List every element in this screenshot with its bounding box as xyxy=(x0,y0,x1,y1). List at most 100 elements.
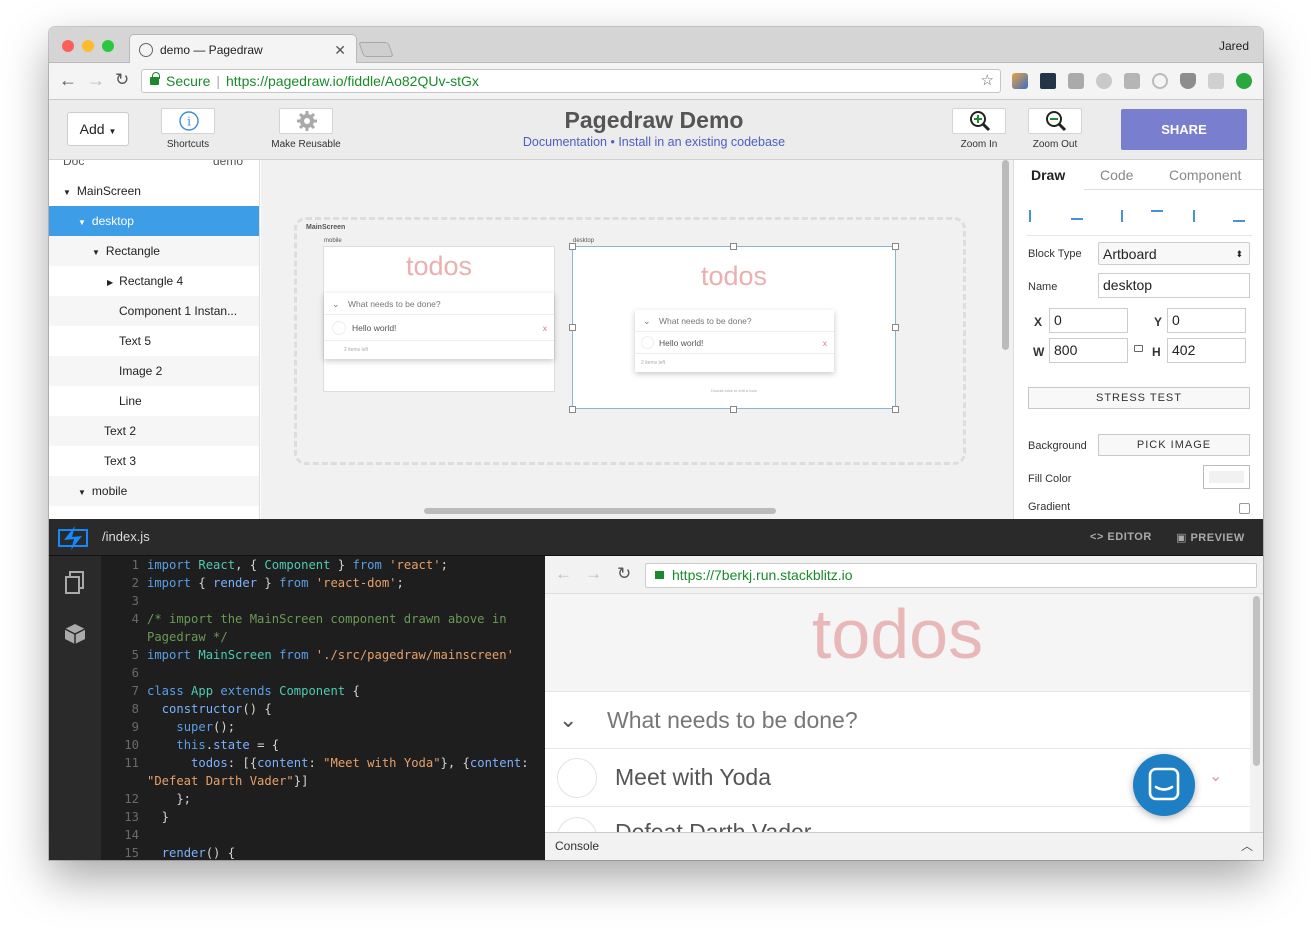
toggle-all-icon[interactable]: ⌄ xyxy=(643,310,651,332)
layer-item[interactable]: ▶ Rectangle 4 xyxy=(49,266,259,296)
tab-code[interactable]: Code xyxy=(1100,167,1133,183)
gradient-checkbox[interactable] xyxy=(1239,503,1250,514)
code-editor[interactable]: 1 import React, { Component } from 'react… xyxy=(101,556,544,860)
shortcuts-tool[interactable]: i Shortcuts xyxy=(160,108,216,150)
stress-test-button[interactable]: STRESS TEST xyxy=(1028,387,1250,409)
packages-cube-icon[interactable] xyxy=(63,622,87,646)
preview-forward-icon[interactable]: → xyxy=(585,564,602,584)
layer-item[interactable]: ▼ MainScreen xyxy=(49,176,259,206)
files-icon[interactable] xyxy=(64,571,86,595)
mobile-artboard[interactable]: todos ⌄ What needs to be done? Hello worl… xyxy=(323,246,555,392)
extension-grid-icon[interactable] xyxy=(1124,73,1140,89)
resize-handle[interactable] xyxy=(892,243,899,250)
extension-1-icon[interactable] xyxy=(1012,73,1028,89)
toggle-all-chevron-icon[interactable]: ⌄ xyxy=(559,692,577,748)
resize-handle[interactable] xyxy=(569,406,576,413)
layer-item[interactable]: ▼ Rectangle xyxy=(49,236,259,266)
todo-checkbox[interactable] xyxy=(332,321,346,335)
pick-image-button[interactable]: PICK IMAGE xyxy=(1098,434,1250,456)
design-canvas[interactable]: MainScreen mobile desktop todos ⌄ What ne… xyxy=(261,160,1013,519)
canvas-horizontal-scrollbar[interactable] xyxy=(424,508,776,514)
preview-scrollbar[interactable] xyxy=(1253,596,1260,766)
chevron-up-icon[interactable]: ︿ xyxy=(1241,833,1253,859)
expand-arrow-icon[interactable]: ▼ xyxy=(78,208,86,238)
y-input[interactable]: 0 xyxy=(1167,308,1246,333)
align-right-icon[interactable] xyxy=(1111,210,1123,222)
align-left-icon[interactable] xyxy=(1029,210,1041,222)
maximize-window-button[interactable] xyxy=(102,40,114,52)
desktop-artboard-selected[interactable]: todos ⌄ What needs to be done? Hello worl… xyxy=(572,246,896,409)
delete-todo-icon[interactable]: x xyxy=(823,332,827,354)
close-window-button[interactable] xyxy=(62,40,74,52)
browser-tab[interactable]: demo — Pagedraw ✕ xyxy=(129,34,357,64)
react-devtools-icon[interactable] xyxy=(1040,73,1056,89)
zoom-out-tool[interactable]: Zoom Out xyxy=(1027,108,1083,150)
align-bottom-icon[interactable] xyxy=(1233,210,1245,222)
extension-circle-icon[interactable] xyxy=(1152,73,1168,89)
preview-reload-icon[interactable]: ↻ xyxy=(617,564,631,584)
toggle-all-icon[interactable]: ⌄ xyxy=(332,293,340,315)
close-tab-icon[interactable]: ✕ xyxy=(334,35,346,65)
extension-camera-icon[interactable] xyxy=(1208,73,1224,89)
canvas-vertical-scrollbar[interactable] xyxy=(1002,160,1009,350)
align-center-icon[interactable] xyxy=(1071,210,1083,220)
resize-handle[interactable] xyxy=(892,406,899,413)
reload-icon[interactable]: ↻ xyxy=(115,70,129,90)
preview-url-field[interactable]: https://7berkj.run.stackblitz.io xyxy=(645,563,1257,588)
resize-handle[interactable] xyxy=(892,324,899,331)
resize-handle[interactable] xyxy=(730,406,737,413)
share-button[interactable]: SHARE xyxy=(1121,109,1247,150)
fill-color-swatch[interactable] xyxy=(1203,465,1250,489)
extension-g-icon[interactable] xyxy=(1068,73,1084,89)
stackblitz-logo-icon[interactable] xyxy=(58,524,88,552)
layer-item[interactable]: Image 2 xyxy=(49,356,259,386)
lock-aspect-icon[interactable] xyxy=(1134,345,1143,352)
x-input[interactable]: 0 xyxy=(1049,308,1128,333)
layer-item[interactable]: Text 3 xyxy=(49,446,259,476)
new-todo-input[interactable]: ⌄ What needs to be done? xyxy=(545,691,1250,749)
height-input[interactable]: 402 xyxy=(1167,338,1246,363)
extension-u-icon[interactable] xyxy=(1096,73,1112,89)
forward-arrow-icon[interactable]: → xyxy=(87,70,105,90)
new-tab-button[interactable] xyxy=(358,42,394,57)
layer-item[interactable]: ▼ mobile xyxy=(49,476,259,506)
expand-arrow-icon[interactable]: ▼ xyxy=(78,478,86,508)
expand-arrow-icon[interactable]: ▼ xyxy=(92,238,100,268)
profile-name[interactable]: Jared xyxy=(1219,39,1249,53)
install-link[interactable]: Install in an existing codebase xyxy=(618,135,785,149)
editor-tab[interactable]: <> EDITOR xyxy=(1090,531,1152,543)
add-button[interactable]: Add ▼ xyxy=(67,112,129,146)
layer-item[interactable]: Line xyxy=(49,386,259,416)
bookmark-star-icon[interactable]: ☆ xyxy=(981,70,994,92)
preview-tab[interactable]: ▣ PREVIEW xyxy=(1176,531,1245,544)
make-reusable-tool[interactable]: Make Reusable xyxy=(270,108,342,150)
todo-checkbox[interactable] xyxy=(557,758,597,798)
console-bar[interactable]: Console ︿ xyxy=(545,832,1263,860)
url-field[interactable]: Secure | https://pagedraw.io/fiddle/Ao82QU… xyxy=(141,69,1001,93)
name-input[interactable]: desktop xyxy=(1098,273,1250,298)
documentation-link[interactable]: Documentation xyxy=(523,135,607,149)
delete-todo-icon[interactable]: ⌄ xyxy=(1209,749,1222,805)
intercom-chat-button[interactable] xyxy=(1133,754,1195,816)
resize-handle[interactable] xyxy=(569,243,576,250)
layer-item[interactable]: Component 1 Instan... xyxy=(49,296,259,326)
minimize-window-button[interactable] xyxy=(82,40,94,52)
align-middle-icon[interactable] xyxy=(1193,210,1205,222)
collapse-arrow-icon[interactable]: ▶ xyxy=(107,268,113,298)
tab-component[interactable]: Component xyxy=(1169,167,1241,183)
layer-item[interactable]: Text 5 xyxy=(49,326,259,356)
resize-handle[interactable] xyxy=(569,324,576,331)
align-top-icon[interactable] xyxy=(1151,210,1163,222)
todo-checkbox[interactable] xyxy=(641,336,654,349)
layer-item-selected[interactable]: ▼ desktop xyxy=(49,206,259,236)
resize-handle[interactable] xyxy=(730,243,737,250)
width-input[interactable]: 800 xyxy=(1049,338,1128,363)
update-arrow-icon[interactable] xyxy=(1236,73,1252,89)
delete-todo-icon[interactable]: x xyxy=(543,315,547,341)
back-arrow-icon[interactable]: ← xyxy=(59,70,77,90)
expand-arrow-icon[interactable]: ▼ xyxy=(63,178,71,208)
zoom-in-tool[interactable]: Zoom In xyxy=(951,108,1007,150)
preview-back-icon[interactable]: ← xyxy=(555,564,572,584)
tab-draw[interactable]: Draw xyxy=(1031,167,1065,183)
block-type-select[interactable]: Artboard ⬍ xyxy=(1098,242,1250,265)
